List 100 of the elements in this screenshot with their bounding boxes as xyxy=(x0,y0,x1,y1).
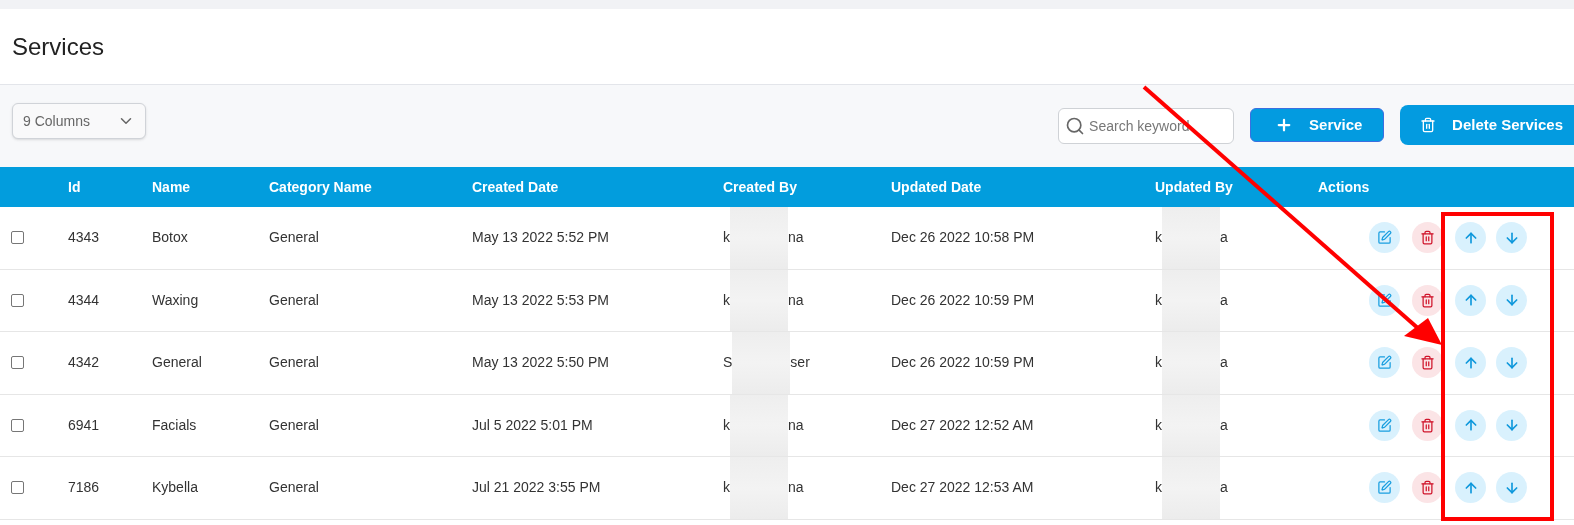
redaction-blur xyxy=(730,394,788,456)
column-header: Category Name xyxy=(268,177,373,197)
move-up-button[interactable] xyxy=(1455,284,1486,316)
search-icon xyxy=(1065,116,1086,136)
row-checkbox[interactable] xyxy=(11,356,24,370)
redaction-blur xyxy=(730,207,788,269)
edit-icon xyxy=(1377,355,1392,371)
edit-icon xyxy=(1377,417,1392,433)
redaction-blur xyxy=(1162,207,1220,269)
table-cell-text: Facials xyxy=(151,415,198,435)
move-up-button[interactable] xyxy=(1455,222,1486,254)
delete-button[interactable] xyxy=(1412,347,1443,379)
name-fragment: a xyxy=(1220,228,1228,248)
redaction-blur xyxy=(1162,457,1220,519)
name-fragment: a xyxy=(1220,478,1228,498)
trash-icon xyxy=(1420,480,1435,496)
table-cell-text: General xyxy=(268,290,320,310)
column-header: Name xyxy=(151,177,192,197)
name-fragment: k xyxy=(723,478,730,498)
table-cell-text: Jul 21 2022 3:55 PM xyxy=(471,478,602,498)
table-cell-text: 4343 xyxy=(67,228,101,248)
name-fragment: na xyxy=(788,415,804,435)
move-down-button[interactable] xyxy=(1496,222,1527,254)
trash-icon xyxy=(1420,355,1435,371)
row-checkbox[interactable] xyxy=(11,418,24,432)
table-cell-text: 7186 xyxy=(67,478,101,498)
column-header: Id xyxy=(67,177,82,197)
move-down-button[interactable] xyxy=(1496,284,1527,316)
delete-button[interactable] xyxy=(1412,409,1443,441)
table-cell-text: 4342 xyxy=(67,353,101,373)
move-down-button[interactable] xyxy=(1496,347,1527,379)
columns-select[interactable]: 9 Columns xyxy=(12,103,146,139)
name-fragment: k xyxy=(723,290,730,310)
name-fragment: k xyxy=(1155,415,1162,435)
name-fragment: k xyxy=(1155,228,1162,248)
name-fragment: na xyxy=(788,478,804,498)
table-cell-text: May 13 2022 5:50 PM xyxy=(471,353,610,373)
move-down-button[interactable] xyxy=(1496,472,1527,504)
trash-icon xyxy=(1420,417,1435,433)
move-up-button[interactable] xyxy=(1455,347,1486,379)
row-checkbox[interactable] xyxy=(11,481,24,495)
redaction-blur xyxy=(1162,394,1220,456)
table-cell-text: General xyxy=(268,353,320,373)
table-cell-text: Dec 26 2022 10:59 PM xyxy=(890,290,1036,310)
name-fragment: k xyxy=(1155,478,1162,498)
table-cell-text: Botox xyxy=(151,228,189,248)
edit-button[interactable] xyxy=(1369,472,1400,504)
column-header: Updated Date xyxy=(890,177,983,197)
redaction-blur xyxy=(730,269,788,331)
name-fragment: k xyxy=(723,415,730,435)
page-title: Services xyxy=(12,31,105,62)
name-fragment: a xyxy=(1220,415,1228,435)
edit-button[interactable] xyxy=(1369,409,1400,441)
delete-button[interactable] xyxy=(1412,222,1443,254)
add-button[interactable]: Service xyxy=(1250,108,1385,142)
move-down-button[interactable] xyxy=(1496,409,1527,441)
column-header: Actions xyxy=(1317,177,1371,197)
redaction-blur xyxy=(732,332,791,394)
name-fragment: ser xyxy=(790,353,810,373)
redaction-blur xyxy=(1162,269,1220,331)
table-cell-text: General xyxy=(268,478,320,498)
delete-button[interactable] xyxy=(1412,472,1443,504)
column-header: Created By xyxy=(722,177,798,197)
table-cell-text: General xyxy=(151,353,203,373)
edit-icon xyxy=(1377,230,1392,246)
table-cell-text: Dec 27 2022 12:52 AM xyxy=(890,415,1035,435)
table-cell-text: Dec 27 2022 12:53 AM xyxy=(890,478,1035,498)
name-fragment: a xyxy=(1220,353,1228,373)
table-cell-text: General xyxy=(268,228,320,248)
table-cell-text: May 13 2022 5:53 PM xyxy=(471,290,610,310)
move-up-button[interactable] xyxy=(1455,409,1486,441)
table-cell-text: Dec 26 2022 10:59 PM xyxy=(890,353,1036,373)
move-up-button[interactable] xyxy=(1455,472,1486,504)
edit-button[interactable] xyxy=(1369,222,1400,254)
table-cell-text: Dec 26 2022 10:58 PM xyxy=(890,228,1036,248)
trash-icon xyxy=(1420,292,1435,308)
name-fragment: k xyxy=(1155,353,1162,373)
column-header: Updated By xyxy=(1154,177,1234,197)
edit-button[interactable] xyxy=(1369,347,1400,379)
table-cell-text: General xyxy=(268,415,320,435)
delete-button[interactable] xyxy=(1412,284,1443,316)
edit-icon xyxy=(1377,292,1392,308)
trash-icon xyxy=(1420,230,1435,246)
table-cell-text: Waxing xyxy=(151,290,200,310)
name-fragment: k xyxy=(723,228,730,248)
table-cell-text: Kybella xyxy=(151,478,199,498)
name-fragment: k xyxy=(1155,290,1162,310)
row-checkbox[interactable] xyxy=(11,231,24,245)
table-cell-text: Jul 5 2022 5:01 PM xyxy=(471,415,594,435)
edit-icon xyxy=(1377,480,1392,496)
redaction-blur xyxy=(730,457,788,519)
name-fragment: na xyxy=(788,290,804,310)
name-fragment: na xyxy=(788,228,804,248)
name-fragment: S xyxy=(723,353,733,373)
redaction-blur xyxy=(1162,332,1220,394)
table-cell-text: 6941 xyxy=(67,415,101,435)
table-cell-text: May 13 2022 5:52 PM xyxy=(471,228,610,248)
delete-button[interactable]: Delete Services xyxy=(1400,105,1574,145)
name-fragment: a xyxy=(1220,290,1228,310)
row-checkbox[interactable] xyxy=(11,293,24,307)
